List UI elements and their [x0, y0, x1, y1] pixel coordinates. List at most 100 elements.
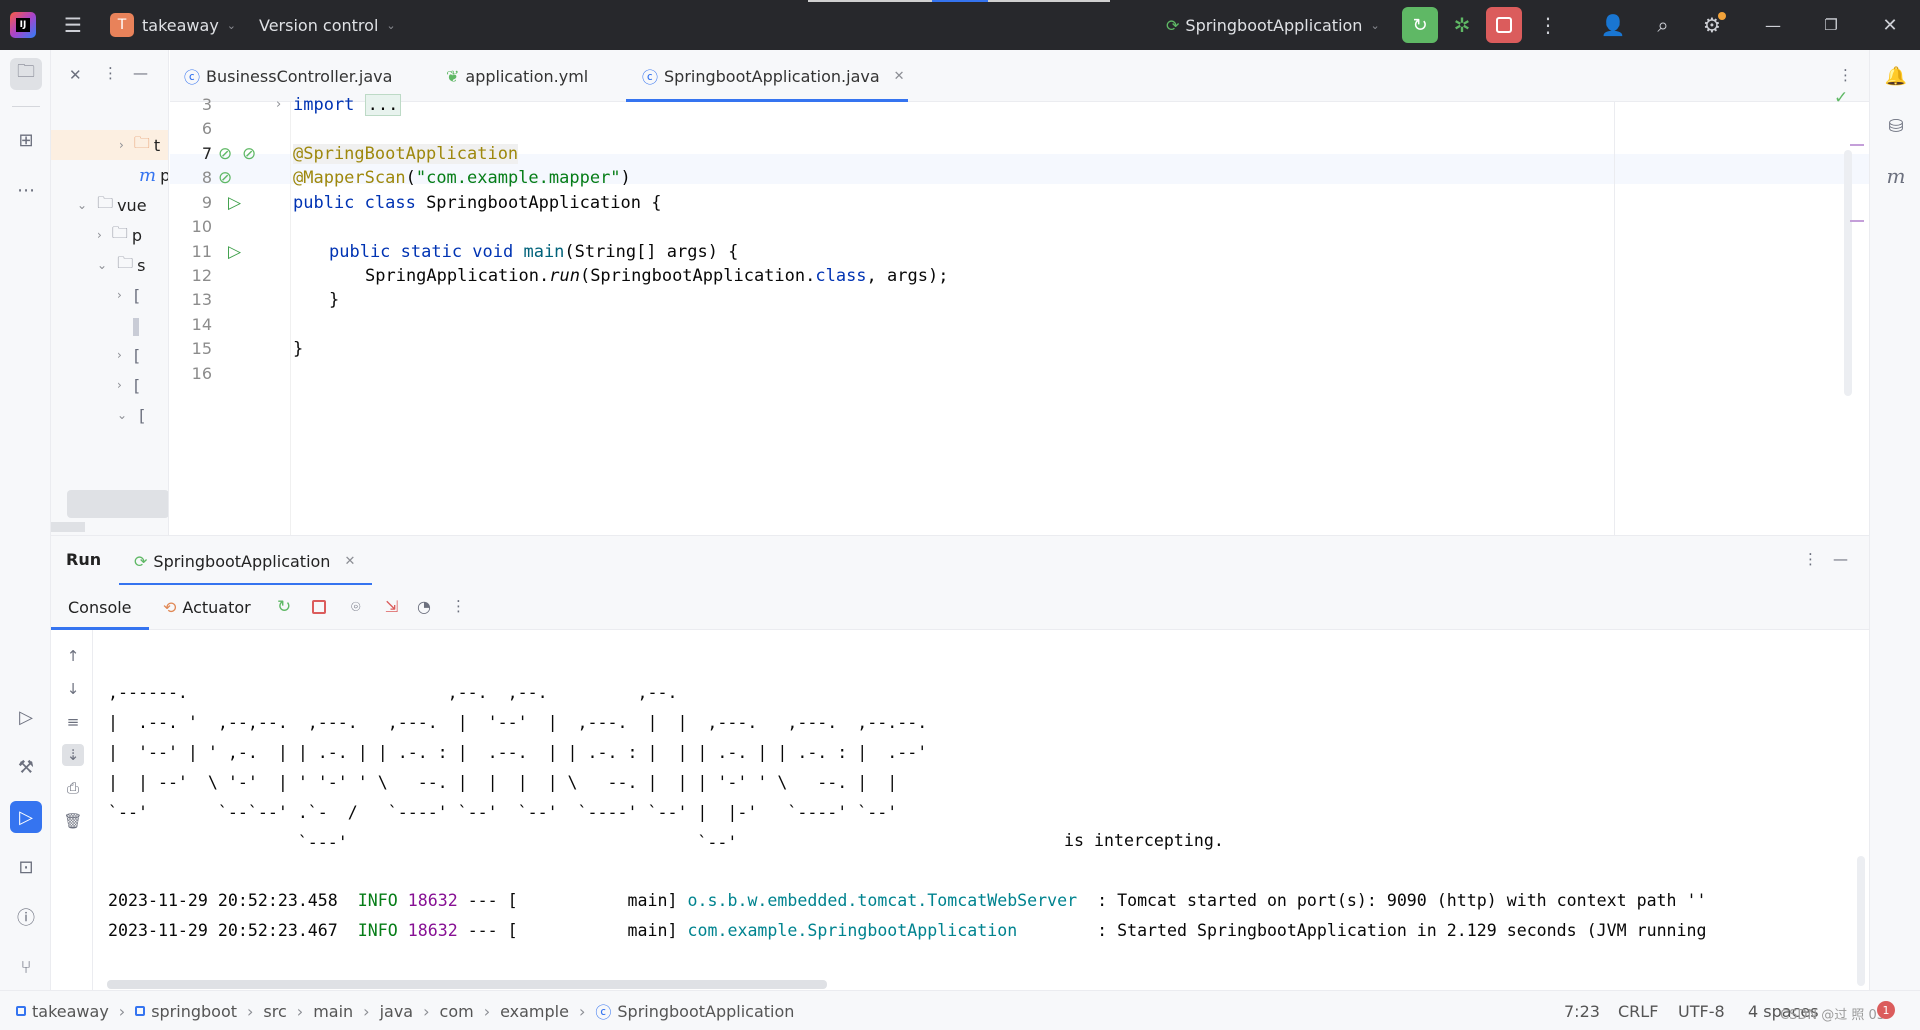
log-pid: 18632	[407, 891, 458, 910]
tree-row[interactable]: ⌄ 🗀 s	[51, 250, 168, 280]
collapse-icon[interactable]: ✕	[69, 66, 82, 84]
spring-class-icon: ⓒ	[642, 68, 659, 87]
options-icon[interactable]: ⋮	[103, 64, 118, 82]
chevron-right-icon: ›	[118, 1001, 126, 1021]
tab-console[interactable]: Console	[68, 598, 132, 617]
right-tool-strip: 🔔 ⛁ m	[1869, 50, 1920, 990]
soft-wrap-icon[interactable]: ≡	[62, 711, 84, 733]
caret-position[interactable]: 7:23	[1564, 991, 1600, 1030]
close-tab-icon[interactable]: ✕	[344, 554, 355, 569]
tree-row[interactable]: › 🗀 t	[51, 130, 168, 160]
structure-icon[interactable]: ⊞	[10, 124, 42, 156]
terminal-icon[interactable]: ⊡	[10, 851, 42, 883]
inspection-ok-icon[interactable]: ✓	[1834, 88, 1848, 108]
trash-icon[interactable]: 🗑	[62, 810, 84, 832]
log-line: 2023-11-29 20:52:23.467 INFO 18632 --- […	[108, 916, 1707, 946]
arrow-down-icon[interactable]: ↓	[62, 678, 84, 700]
services-icon[interactable]: ▷	[10, 701, 42, 733]
editor-tabs: ⓒ BusinessController.java ❦ application.…	[170, 50, 1869, 102]
tree-row[interactable]: m p	[51, 160, 168, 190]
search-icon[interactable]: ⌕	[1648, 10, 1678, 40]
tree-row[interactable]: › 🗀 p	[51, 220, 168, 250]
crumb[interactable]: java	[380, 1002, 414, 1021]
console-hscrollbar[interactable]	[107, 980, 827, 989]
notifications-icon[interactable]: 🔔	[1880, 60, 1912, 92]
maven-icon[interactable]: m	[1880, 160, 1912, 192]
editor-scrollbar[interactable]	[1844, 150, 1852, 396]
crumb[interactable]: main	[313, 1002, 353, 1021]
crumb[interactable]: takeaway	[32, 1002, 109, 1021]
rerun-button[interactable]: ↻	[1402, 7, 1438, 43]
fold-chevron-icon[interactable]: ›	[276, 90, 281, 120]
run-gutter-icon[interactable]: ▷	[228, 237, 241, 267]
hide-icon[interactable]: —	[133, 64, 148, 82]
minimize-button[interactable]: —	[1758, 10, 1788, 40]
crumb[interactable]: src	[263, 1002, 286, 1021]
run-gutter-icon[interactable]: ▷	[228, 188, 241, 218]
build-icon[interactable]: ⚒	[10, 751, 42, 783]
restore-button[interactable]: ❐	[1816, 10, 1846, 40]
code-line-import: import ...	[293, 90, 402, 120]
bean-gutter-icon[interactable]: ⊘	[242, 139, 256, 169]
crumb[interactable]: example	[500, 1002, 569, 1021]
project-widget[interactable]: T takeaway ⌄	[110, 10, 236, 40]
horizontal-scrollbar[interactable]	[67, 490, 168, 518]
add-user-icon[interactable]: 👤	[1598, 10, 1628, 40]
log-logger[interactable]: o.s.b.w.embedded.tomcat.TomcatWebServer	[688, 891, 1078, 910]
tab-options-icon[interactable]: ⋮	[1838, 66, 1853, 84]
more-actions-icon[interactable]: ⋮	[1533, 10, 1563, 40]
crumb[interactable]: com	[440, 1002, 474, 1021]
tab-label: application.yml	[465, 66, 589, 86]
debug-button[interactable]: ✲	[1447, 10, 1477, 40]
file-encoding[interactable]: UTF-8	[1678, 991, 1725, 1030]
log-thread: main]	[517, 891, 678, 910]
tree-bottom-bar	[51, 522, 85, 532]
run-options-icon[interactable]: ⋮	[1803, 550, 1818, 568]
console-output[interactable]: ,------. ,--. ,--. ,--. | .--. ' ,--,--.…	[93, 630, 1869, 990]
tree-item-stub	[133, 318, 139, 336]
scroll-to-end-icon[interactable]: ⇣	[62, 744, 84, 766]
code-token: (String[] args) {	[564, 242, 739, 262]
crumb[interactable]: SpringbootApplication	[617, 1002, 794, 1021]
run-hide-icon[interactable]: —	[1833, 550, 1848, 568]
tab-springboot-application[interactable]: ⓒ SpringbootApplication.java ✕	[642, 50, 905, 102]
run-config-selector[interactable]: ⟳ SpringbootApplication ⌄	[1166, 10, 1380, 40]
folded-imports[interactable]: ...	[364, 94, 402, 116]
more-tools-icon[interactable]: ⋯	[10, 174, 42, 206]
stop-icon[interactable]	[312, 600, 326, 614]
notification-badge[interactable]: 1	[1877, 1001, 1895, 1019]
git-icon[interactable]: ⑂	[10, 951, 42, 983]
print-icon[interactable]: ⎙	[62, 777, 84, 799]
rerun-icon[interactable]: ↻	[277, 597, 291, 617]
class-icon: ⓒ	[184, 68, 201, 87]
tree-row[interactable]: › [	[51, 370, 168, 400]
console-vscrollbar[interactable]	[1857, 856, 1865, 986]
tree-row[interactable]: › [	[51, 340, 168, 370]
tree-row[interactable]: › [	[51, 280, 168, 310]
database-icon[interactable]: ⛁	[1880, 110, 1912, 142]
crumb[interactable]: springboot	[151, 1002, 237, 1021]
log-logger[interactable]: com.example.SpringbootApplication	[688, 921, 1018, 940]
tab-actuator[interactable]: ⟲ Actuator	[163, 598, 251, 617]
run-more-icon[interactable]: ⋮	[451, 597, 466, 615]
exit-icon[interactable]: ⇲	[385, 597, 398, 616]
camera-icon[interactable]: ⌾	[351, 597, 361, 617]
run-icon[interactable]: ▷	[10, 801, 42, 833]
project-folder-icon[interactable]: 🗀	[10, 58, 42, 90]
main-menu-icon[interactable]: ☰	[58, 10, 88, 40]
tree-row[interactable]: ⌄ 🗀 vue	[51, 190, 168, 220]
arrow-up-icon[interactable]: ↑	[62, 645, 84, 667]
stop-button[interactable]	[1486, 7, 1522, 43]
profiler-icon[interactable]: ◔	[417, 597, 431, 616]
tree-row[interactable]: ⌄ [	[51, 400, 168, 430]
close-tab-icon[interactable]: ✕	[894, 69, 905, 84]
problems-icon[interactable]: ⓘ	[10, 901, 42, 933]
chevron-right-icon: ›	[247, 1001, 254, 1021]
close-window-button[interactable]: ✕	[1875, 10, 1905, 40]
app-logo-icon[interactable]: IJ	[10, 12, 36, 38]
vcs-widget[interactable]: Version control ⌄	[259, 10, 396, 40]
run-tab-springboot[interactable]: ⟳ SpringbootApplication ✕	[134, 536, 355, 586]
tab-application-yml[interactable]: ❦ application.yml	[446, 50, 588, 102]
code-editor[interactable]: 3 6 7 8 9 10 11 12 13 14 15 16 › ⊘ ⊘ ⊘ ▷…	[170, 88, 1869, 535]
line-separator[interactable]: CRLF	[1618, 991, 1658, 1030]
